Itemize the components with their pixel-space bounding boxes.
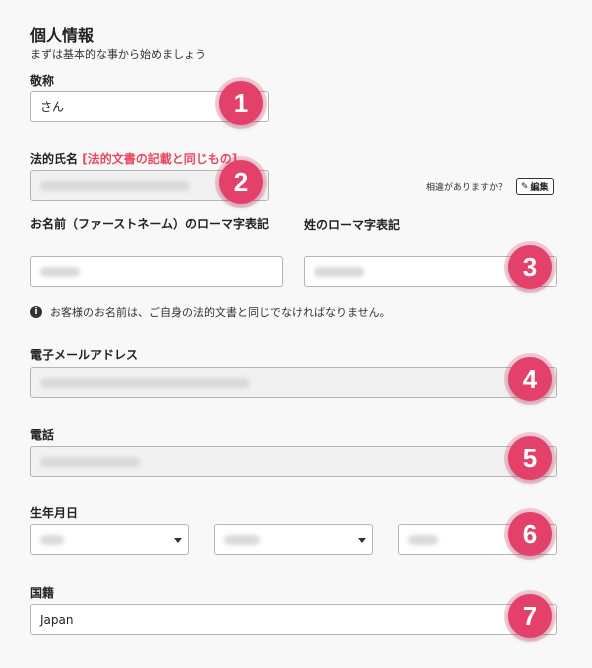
legal-name-note: [法的文書の記載と同じもの]	[82, 152, 238, 166]
first-name-input[interactable]	[30, 256, 283, 287]
phone-value	[40, 456, 140, 467]
birth-month-select[interactable]	[214, 524, 373, 555]
chevron-down-icon	[174, 538, 182, 543]
last-name-label: 姓のローマ字表記	[304, 218, 401, 232]
birth-month-value	[224, 534, 260, 545]
birthdate-label: 生年月日	[30, 506, 79, 520]
nationality-label: 国籍	[30, 586, 55, 600]
annotation-badge-3: 3	[508, 245, 552, 289]
email-value	[40, 377, 250, 388]
nationality-select[interactable]: Japan	[30, 604, 557, 635]
last-name-value	[314, 266, 364, 277]
annotation-badge-4: 4	[508, 357, 552, 401]
edit-button[interactable]: ✎ 編集	[516, 178, 554, 195]
chevron-down-icon	[358, 538, 366, 543]
legal-name-value	[40, 180, 190, 191]
annotation-badge-2: 2	[219, 160, 263, 204]
honorific-label: 敬称	[30, 74, 55, 88]
nationality-value: Japan	[40, 612, 74, 627]
name-notice: i お客様のお名前は、ご自身の法的文書と同じでなければなりません。	[30, 304, 391, 320]
page-title: 個人情報	[30, 26, 95, 45]
birth-year-select[interactable]	[30, 524, 189, 555]
phone-label: 電話	[30, 428, 55, 442]
birth-year-value	[40, 534, 64, 545]
annotation-badge-1: 1	[219, 81, 263, 125]
birth-day-value	[408, 534, 438, 545]
annotation-badge-5: 5	[508, 436, 552, 480]
honorific-value: さん	[40, 100, 65, 114]
pencil-icon: ✎	[521, 181, 529, 192]
email-label: 電子メールアドレス	[30, 348, 139, 362]
first-name-label: お名前（ファーストネーム）のローマ字表記	[30, 217, 270, 231]
phone-field	[30, 446, 557, 477]
info-icon: i	[30, 306, 42, 318]
mismatch-text: 相違がありますか？	[426, 183, 508, 193]
first-name-value	[40, 266, 80, 277]
annotation-badge-6: 6	[508, 512, 552, 556]
email-field	[30, 367, 557, 398]
page-subtitle: まずは基本的な事から始めましょう	[30, 48, 206, 61]
annotation-badge-7: 7	[508, 594, 552, 638]
legal-name-label: 法的氏名 [法的文書の記載と同じもの]	[30, 152, 238, 166]
